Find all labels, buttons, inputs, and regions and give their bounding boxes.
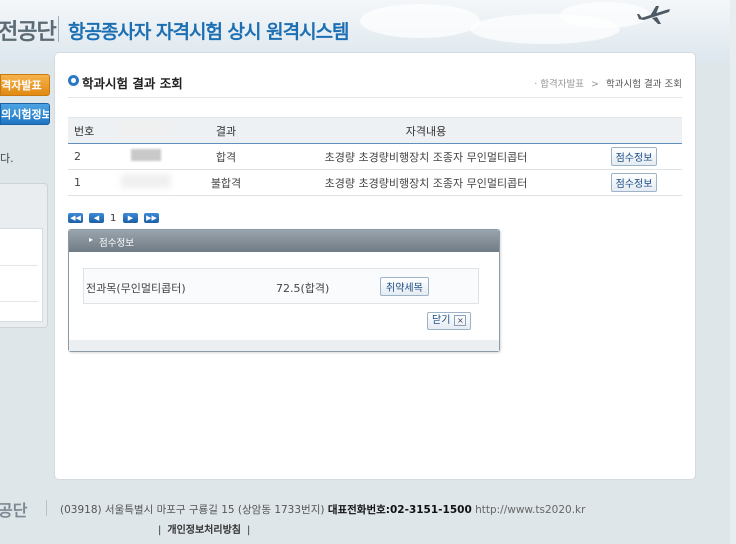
footer-divider (46, 500, 47, 516)
left-notice-text: 다. (0, 152, 14, 165)
table-header-row: 번호 결과 자격내용 (68, 117, 682, 144)
score-info-button[interactable]: 점수정보 (610, 147, 658, 166)
row-qualification: 초경량 초경량비행장치 조종자 무인멀티콥터 (266, 143, 586, 170)
divider (0, 301, 38, 302)
my-exam-info-button[interactable]: 나의시험정보 (0, 103, 50, 125)
page-title: 학과시험 결과 조회 (68, 73, 183, 92)
score-info-button[interactable]: 점수정보 (610, 173, 658, 192)
score-row: 전과목(무인멀티콥터) 72.5(합격) 취약세목 (83, 268, 479, 304)
table-row: 2 합격 초경량 초경량비행장치 조종자 무인멀티콥터 점수정보 (68, 143, 682, 170)
row-action: 점수정보 (586, 143, 682, 170)
address-text: (03918) 서울특별시 마포구 구룡길 15 (상암동 1733번지) (60, 504, 325, 516)
breadcrumb-parent[interactable]: 합격자발표 (540, 79, 584, 90)
breadcrumb: · 합격자발표 > 학과시험 결과 조회 (534, 76, 682, 90)
link-separator: | (158, 525, 162, 536)
row-result: 불합격 (186, 169, 266, 196)
score-info-popup: ▸ 점수정보 전과목(무인멀티콥터) 72.5(합격) 취약세목 닫기 × (68, 229, 500, 352)
airplane-icon (637, 6, 670, 24)
footer-address: (03918) 서울특별시 마포구 구룡길 15 (상암동 1733번지) 대표… (60, 502, 585, 517)
popup-footer (69, 340, 499, 351)
results-announcement-label: 합격자발표 (1, 79, 42, 92)
row-name-redacted (106, 143, 186, 170)
left-panel-inner (0, 228, 43, 322)
popup-header: ▸ 점수정보 (69, 230, 499, 252)
page-edge (730, 0, 736, 544)
header-action (586, 117, 682, 144)
page-title-text: 학과시험 결과 조회 (82, 76, 183, 91)
header-no: 번호 (68, 117, 106, 144)
results-table: 번호 결과 자격내용 2 합격 초경량 초경량비행장치 조종자 무인멀티콥터 점… (68, 117, 682, 196)
site-url[interactable]: http://www.ts2020.kr (475, 504, 585, 516)
weak-items-button[interactable]: 취약세목 (380, 277, 429, 296)
row-action: 점수정보 (586, 169, 682, 196)
redacted-text (121, 174, 171, 188)
close-label: 닫기 (432, 315, 451, 326)
phone-text: 대표전화번호:02-3151-1500 (327, 504, 472, 516)
results-announcement-button[interactable]: 합격자발표 (0, 74, 50, 96)
row-qualification: 초경량 초경량비행장치 조종자 무인멀티콥터 (266, 169, 586, 196)
table-row: 1 불합격 초경량 초경량비행장치 조종자 무인멀티콥터 점수정보 (68, 169, 682, 196)
row-no: 2 (68, 143, 106, 170)
popup-title: 점수정보 (99, 238, 134, 249)
footer-org-logo: 공단 (0, 501, 28, 520)
breadcrumb-current: 학과시험 결과 조회 (606, 79, 682, 90)
arrow-icon: ▸ (89, 235, 94, 244)
close-button[interactable]: 닫기 × (427, 312, 472, 330)
divider (0, 265, 38, 266)
page-number[interactable]: 1 (110, 213, 116, 224)
header-result: 결과 (186, 117, 266, 144)
header-divider (58, 16, 59, 42)
prev-page-icon[interactable]: ◀ (89, 213, 104, 223)
breadcrumb-bullet-icon: · (534, 79, 538, 90)
row-name-redacted (106, 169, 186, 196)
header-qualification: 자격내용 (266, 117, 586, 144)
redacted-text (131, 149, 161, 161)
header-name (106, 117, 186, 144)
link-separator: | (246, 525, 251, 536)
breadcrumb-separator: > (591, 79, 599, 90)
redacted-text (121, 122, 171, 136)
cloud-decoration (360, 4, 480, 38)
footer-links: | 개인정보처리방침 | (152, 521, 256, 536)
next-page-icon[interactable]: ▶ (123, 213, 138, 223)
score-value: 72.5(합격) (276, 282, 330, 295)
first-page-icon[interactable]: ◀◀ (68, 213, 83, 223)
title-divider (68, 97, 682, 98)
my-exam-info-label: 나의시험정보 (1, 108, 50, 121)
org-logo-text: 전공단 (0, 20, 57, 45)
left-panel (0, 183, 48, 328)
row-result: 합격 (186, 143, 266, 170)
close-icon: × (454, 314, 467, 326)
last-page-icon[interactable]: ▶▶ (144, 213, 159, 223)
row-no: 1 (68, 169, 106, 196)
subject-label: 전과목(무인멀티콥터) (86, 282, 186, 295)
system-title: 항공종사자 자격시험 상시 원격시스템 (68, 21, 350, 43)
privacy-policy-link[interactable]: 개인정보처리방침 (167, 525, 241, 536)
